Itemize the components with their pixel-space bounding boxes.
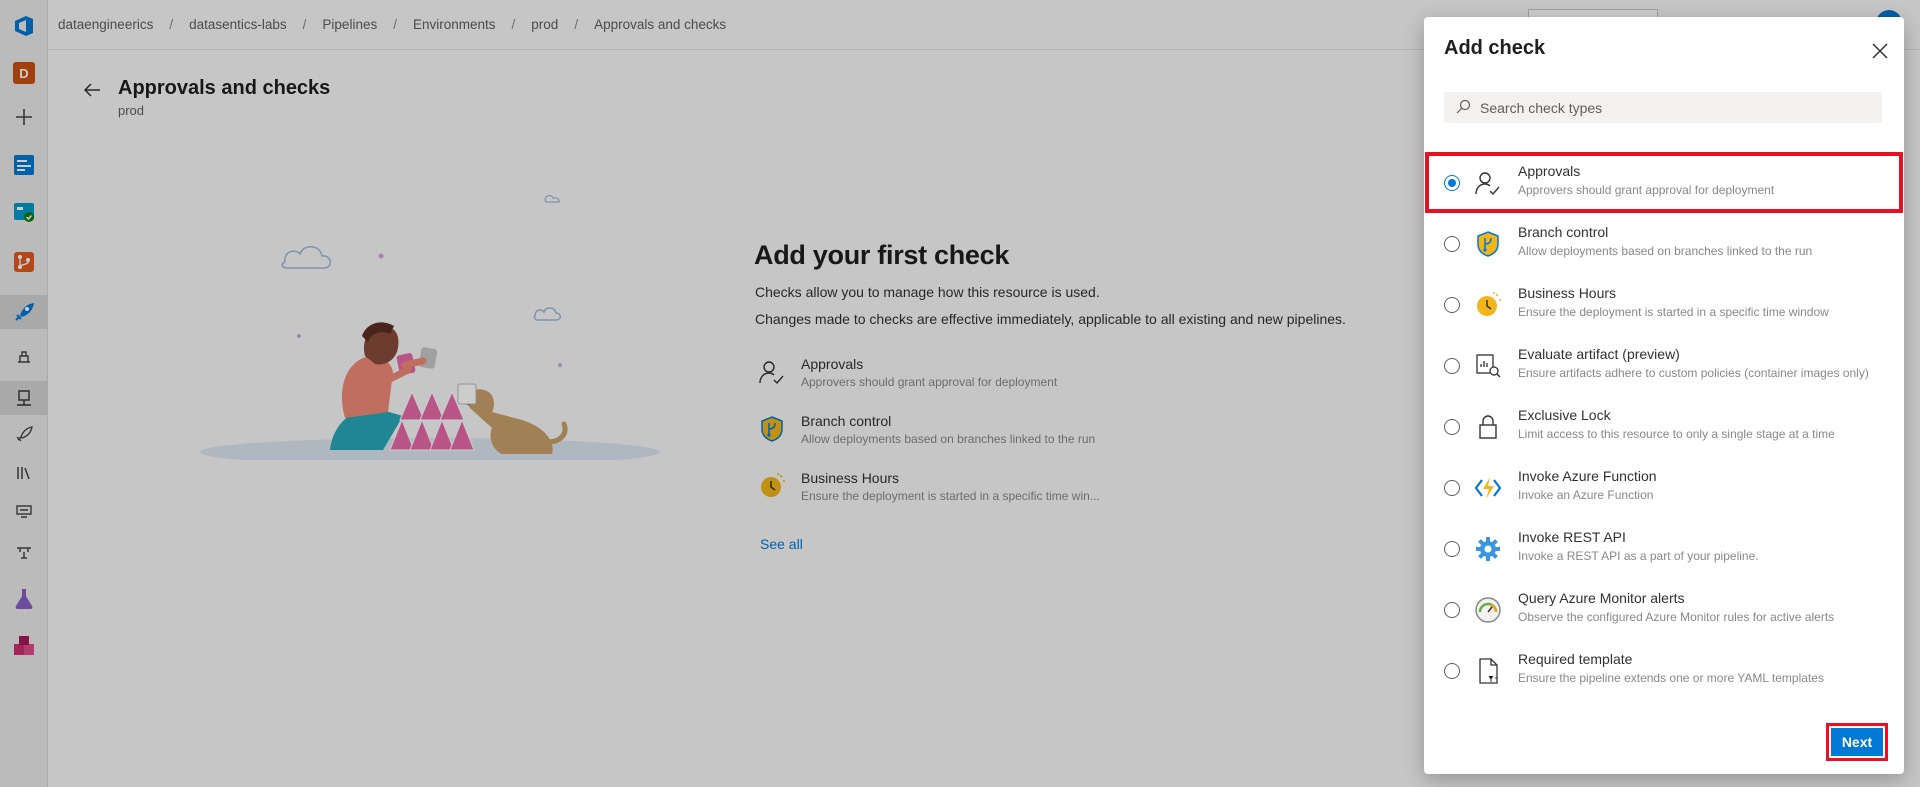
lock-icon xyxy=(1479,415,1497,439)
option-title: Business Hours xyxy=(1518,285,1617,301)
radio-button[interactable] xyxy=(1444,297,1460,313)
option-title: Branch control xyxy=(1518,224,1609,240)
close-icon[interactable] xyxy=(1870,41,1890,61)
check-option-invoke-azure-function[interactable]: Invoke Azure Function Invoke an Azure Fu… xyxy=(1424,457,1904,518)
clock-sun-icon xyxy=(1477,292,1501,316)
azure-function-icon xyxy=(1474,477,1502,499)
option-desc: Allow deployments based on branches link… xyxy=(1518,244,1813,258)
next-button[interactable]: Next xyxy=(1831,728,1883,756)
option-desc: Limit access to this resource to only a … xyxy=(1518,427,1835,441)
option-title: Required template xyxy=(1518,651,1633,667)
option-desc: Invoke a REST API as a part of your pipe… xyxy=(1518,549,1759,563)
check-option-exclusive-lock[interactable]: Exclusive Lock Limit access to this reso… xyxy=(1424,396,1904,457)
check-option-business-hours[interactable]: Business Hours Ensure the deployment is … xyxy=(1424,274,1904,335)
search-input[interactable] xyxy=(1480,92,1870,123)
check-option-branch-control[interactable]: Branch control Allow deployments based o… xyxy=(1424,213,1904,274)
artifact-search-icon xyxy=(1476,354,1501,378)
radio-button[interactable] xyxy=(1444,663,1460,679)
search-check-types xyxy=(1444,92,1882,123)
radio-button[interactable] xyxy=(1444,602,1460,618)
option-title: Query Azure Monitor alerts xyxy=(1518,590,1685,606)
radio-button[interactable] xyxy=(1444,419,1460,435)
check-option-invoke-rest-api[interactable]: Invoke REST API Invoke a REST API as a p… xyxy=(1424,518,1904,579)
option-desc: Approvers should grant approval for depl… xyxy=(1518,183,1775,197)
check-option-approvals[interactable]: Approvals Approvers should grant approva… xyxy=(1425,152,1903,213)
option-desc: Invoke an Azure Function xyxy=(1518,488,1654,502)
person-check-icon xyxy=(1475,172,1500,196)
option-title: Approvals xyxy=(1518,163,1581,179)
add-check-panel: Add check Approvals Approvers should gra… xyxy=(1424,17,1904,774)
search-icon xyxy=(1456,99,1471,114)
option-title: Invoke REST API xyxy=(1518,529,1626,545)
check-option-query-azure-monitor[interactable]: Query Azure Monitor alerts Observe the c… xyxy=(1424,579,1904,640)
option-title: Exclusive Lock xyxy=(1518,407,1611,423)
option-desc: Ensure the deployment is started in a sp… xyxy=(1518,305,1829,319)
radio-button[interactable] xyxy=(1444,175,1460,191)
shield-branch-icon xyxy=(1477,231,1499,257)
yaml-template-icon xyxy=(1479,658,1498,684)
check-option-evaluate-artifact[interactable]: Evaluate artifact (preview) Ensure artif… xyxy=(1424,335,1904,396)
check-option-required-template[interactable]: Required template Ensure the pipeline ex… xyxy=(1424,640,1904,701)
option-desc: Observe the configured Azure Monitor rul… xyxy=(1518,610,1835,624)
gauge-icon xyxy=(1475,597,1501,623)
option-title: Evaluate artifact (preview) xyxy=(1518,346,1680,362)
radio-button[interactable] xyxy=(1444,236,1460,252)
radio-button[interactable] xyxy=(1444,541,1460,557)
option-desc: Ensure artifacts adhere to custom polici… xyxy=(1518,366,1869,380)
panel-title: Add check xyxy=(1444,37,1546,59)
option-desc: Ensure the pipeline extends one or more … xyxy=(1518,671,1824,685)
gear-icon xyxy=(1476,537,1500,561)
radio-button[interactable] xyxy=(1444,358,1460,374)
next-button-highlight: Next xyxy=(1826,723,1888,761)
option-title: Invoke Azure Function xyxy=(1518,468,1657,484)
radio-button[interactable] xyxy=(1444,480,1460,496)
